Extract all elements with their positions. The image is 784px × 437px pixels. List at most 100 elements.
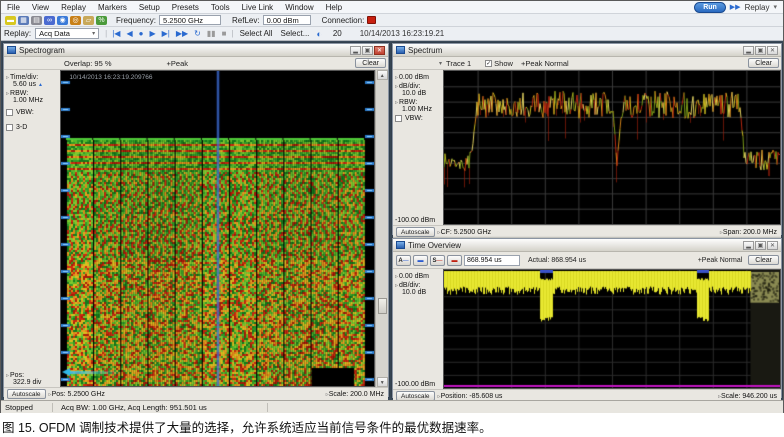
pos-field[interactable]: 322.9 div [6,379,59,386]
trace-caret-icon[interactable]: ▾ [439,60,446,67]
disclosure-icon[interactable]: ▹ [395,74,398,81]
transport-stop-icon[interactable]: ■ [219,29,230,38]
db-div-value[interactable]: 10.0 dB [395,289,442,296]
pos-readout[interactable]: Pos: 5.2500 GHz [52,391,105,398]
spectrogram-canvas[interactable] [61,71,375,386]
disclosure-icon[interactable]: ▹ [395,282,398,289]
time-div-field[interactable]: 5.60 us ▲ [6,81,59,88]
spinner-up-icon[interactable]: ▲ [38,83,43,88]
autoscale-button[interactable]: Autoscale [396,227,435,237]
minimize-icon[interactable]: ▂ [350,45,361,55]
toolbar-percent-icon[interactable]: % [96,15,107,25]
close-icon[interactable]: ✕ [767,45,778,55]
restore-icon[interactable]: ▣ [755,45,766,55]
menu-view[interactable]: View [26,3,55,12]
menu-live-link[interactable]: Live Link [236,3,280,12]
close-icon[interactable]: ✕ [374,45,385,55]
disclosure-icon[interactable]: ▹ [6,74,9,81]
toolbar-folder-icon[interactable]: ▱ [83,15,94,25]
transport-fast-forward-icon[interactable]: ▶▶ [173,29,191,38]
menu-replay[interactable]: Replay [55,3,92,12]
spectrogram-titlebar[interactable]: Spectrogram ▂ ▣ ✕ [4,44,388,57]
time-overview-titlebar[interactable]: Time Overview ▂ ▣ ✕ [393,239,781,252]
select-more-button[interactable]: Select... [276,29,313,38]
minimize-icon[interactable]: ▂ [743,45,754,55]
vbw-checkbox[interactable] [6,109,13,116]
toolbar-search-icon[interactable]: ◎ [70,15,81,25]
reflev-field[interactable]: 0.00 dBm [262,15,311,25]
transport-play-icon[interactable]: ▶ [146,29,158,38]
ref-top-label[interactable]: 0.00 dBm [399,273,429,280]
scale-readout[interactable]: Scale: 946.200 us [721,393,777,400]
clear-button[interactable]: Clear [748,255,779,265]
disclosure-icon[interactable]: ▹ [395,83,398,90]
minimize-icon[interactable]: ▂ [743,240,754,250]
replay-dropdown-caret-icon[interactable]: ▾ [773,3,777,11]
disclosure-icon[interactable]: ▹ [6,372,9,379]
ref-top-label[interactable]: 0.00 dBm [399,74,429,81]
span-readout[interactable]: Span: 200.0 MHz [723,229,777,236]
disclosure-icon[interactable]: ▹ [395,273,398,280]
position-readout[interactable]: Position: -85.608 us [441,393,503,400]
menu-setup[interactable]: Setup [133,3,166,12]
disclosure-icon[interactable]: ▹ [6,90,9,97]
clear-button[interactable]: Clear [748,58,779,68]
transport-pause-icon[interactable]: ▮▮ [204,29,219,38]
scroll-thumb[interactable] [377,298,387,314]
analysis-line-button[interactable]: ▬ [413,254,428,266]
replay-source-select[interactable]: Acq Data ▾ [35,28,100,39]
rbw-field[interactable]: 1.00 MHz [6,97,59,104]
rbw-value[interactable]: 1.00 MHz [395,106,442,113]
restore-icon[interactable]: ▣ [755,240,766,250]
frequency-field[interactable]: 5.2500 GHz [159,15,222,25]
analysis-length-input[interactable]: 868.954 us [464,254,520,266]
menu-window[interactable]: Window [279,3,319,12]
show-checkbox[interactable]: ✓ [485,59,493,67]
select-all-button[interactable]: Select All [236,29,277,38]
spectrogram-scrollbar[interactable]: ▲ ▼ [375,70,388,387]
scale-readout[interactable]: Scale: 200.0 MHz [329,391,384,398]
detector-label: +Peak Normal [697,256,743,264]
disclosure-icon[interactable]: ▹ [395,99,398,106]
analysis-marker-a-button[interactable]: A— [396,254,411,266]
toolbar-acquire-icon[interactable]: ◉ [57,15,68,25]
db-div-value[interactable]: 10.0 dB [395,90,442,97]
transport-record-icon[interactable]: ● [136,29,147,38]
transport-loop-icon[interactable]: ↻ [191,29,204,38]
clear-button[interactable]: Clear [355,58,386,68]
restore-icon[interactable]: ▣ [362,45,373,55]
spectrum-plot[interactable] [443,70,781,225]
autoscale-button[interactable]: Autoscale [7,389,46,399]
spectrum-marker-s-button[interactable]: S— [430,254,445,266]
detector-label: +Peak [166,58,189,68]
scroll-up-icon[interactable]: ▲ [376,70,388,80]
spectrogram-plot[interactable]: 10/14/2013 16:23:19.209766 [60,70,376,387]
spectrum-titlebar[interactable]: Spectrum ▂ ▣ ✕ [393,44,781,57]
menu-presets[interactable]: Presets [166,3,205,12]
close-icon[interactable]: ✕ [767,240,778,250]
menu-file[interactable]: File [1,3,26,12]
spectrum-canvas[interactable] [444,71,780,224]
menu-tools[interactable]: Tools [205,3,236,12]
trace-label[interactable]: Trace 1 [446,59,471,68]
cf-readout[interactable]: CF: 5.2500 GHz [441,229,492,236]
replay-button[interactable]: Replay [745,3,770,12]
menu-markers[interactable]: Markers [92,3,133,12]
scroll-down-icon[interactable]: ▼ [376,377,388,387]
transport-skip-end-icon[interactable]: ▶| [159,29,173,38]
transport-step-back-icon[interactable]: ◀ [123,29,135,38]
menu-help[interactable]: Help [320,3,348,12]
connection-indicator-icon[interactable] [367,16,377,24]
toolbar-link-icon[interactable]: ∞ [44,15,55,25]
run-button[interactable]: Run [694,1,726,13]
toolbar-marker-peak-icon[interactable]: ▬ [5,15,16,25]
spectrum-line-button[interactable]: ▬ [447,254,462,266]
vbw-checkbox[interactable] [395,115,402,122]
time-overview-plot[interactable] [443,269,781,389]
transport-skip-start-icon[interactable]: |◀ [109,29,123,38]
3d-checkbox[interactable] [6,124,13,131]
toolbar-save-icon[interactable]: ▦ [18,15,29,25]
loop-count-icon[interactable]: ◐ [313,29,324,39]
time-overview-canvas[interactable] [444,270,780,388]
toolbar-print-icon[interactable]: ▤ [31,15,42,25]
